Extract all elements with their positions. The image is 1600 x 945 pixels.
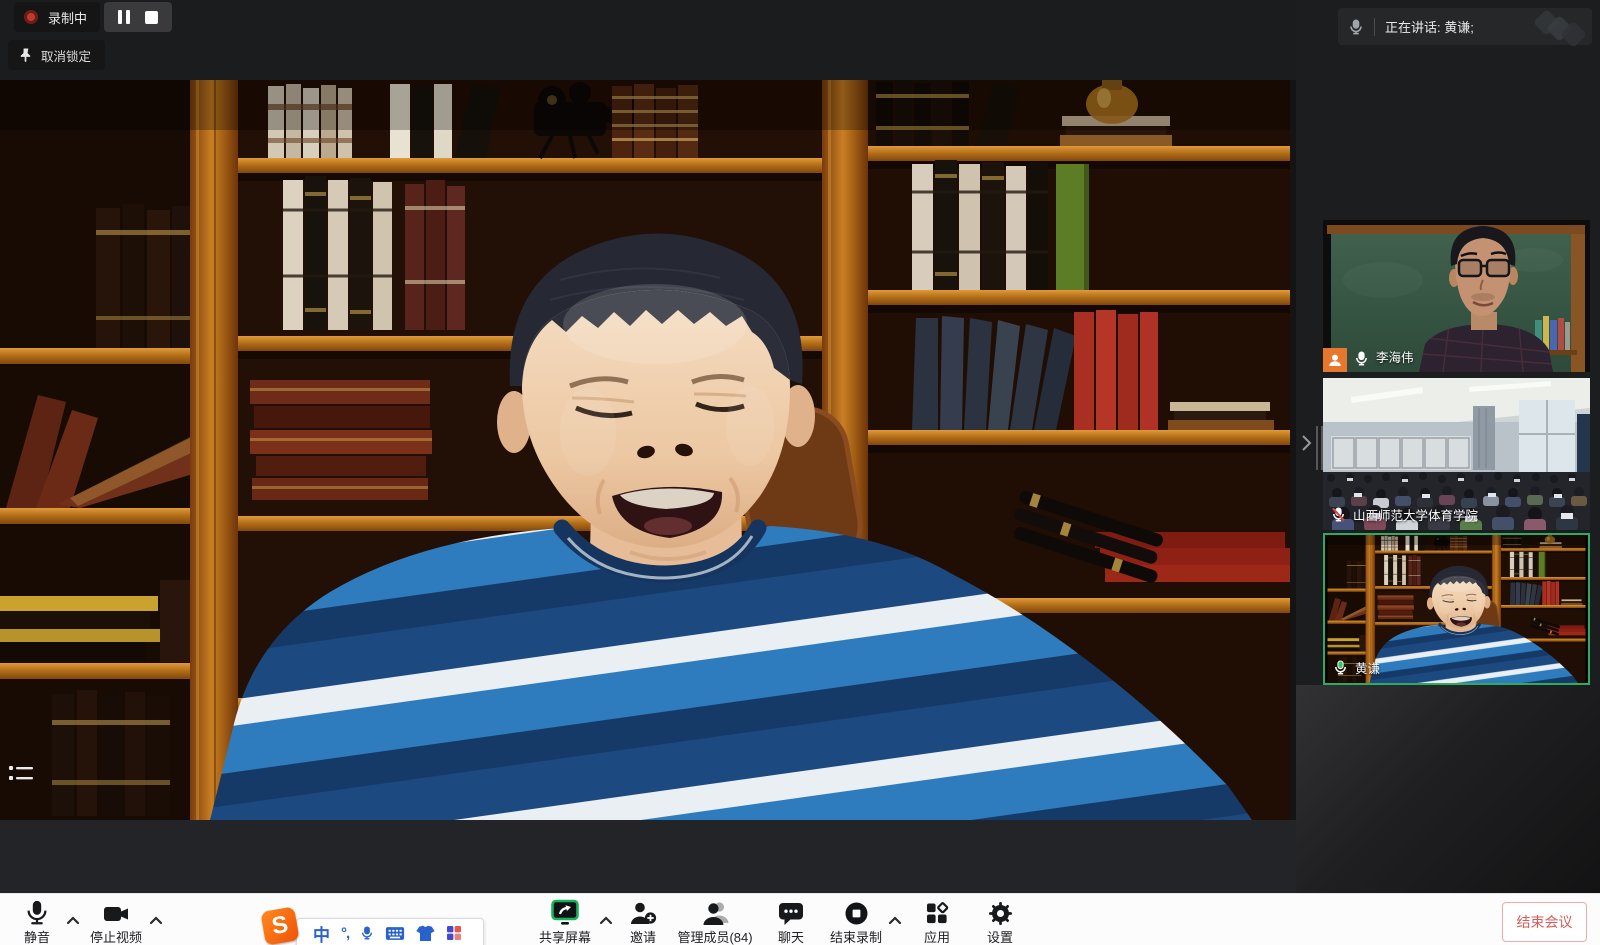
ime-toolbar[interactable]: 中 °, (296, 918, 484, 945)
chat-bubble-icon (778, 899, 805, 926)
unpin-label: 取消锁定 (41, 46, 91, 65)
sogou-logo-icon[interactable]: S (260, 906, 299, 945)
main-video-stage[interactable] (0, 80, 1290, 820)
unpin-button[interactable]: 取消锁定 (8, 40, 105, 70)
participant-name: 山西师范大学体育学院 (1353, 505, 1478, 524)
stop-video-button[interactable]: 停止视频 (90, 899, 142, 945)
participant-tile-lihaiwei[interactable]: 李海伟 (1323, 220, 1590, 372)
recording-options-chevron[interactable] (888, 912, 902, 930)
invite-button[interactable]: 邀请 (629, 899, 657, 945)
members-person-icon (701, 899, 729, 926)
participant-name-bar: 黄谦 (1325, 658, 1388, 683)
recording-label: 录制中 (48, 8, 87, 27)
mute-label: 静音 (24, 927, 50, 945)
end-meeting-button[interactable]: 结束会议 (1502, 902, 1587, 942)
stop-video-label: 停止视频 (90, 927, 142, 945)
recording-dot-icon (24, 10, 38, 24)
layout-list-icon[interactable] (8, 763, 34, 785)
ime-skin-tshirt-icon[interactable] (416, 925, 435, 942)
video-options-chevron[interactable] (149, 912, 163, 930)
participant-name-bar: 山西师范大学体育学院 (1323, 505, 1486, 530)
chat-button[interactable]: 聊天 (778, 899, 805, 945)
recording-controls (104, 2, 172, 32)
active-speaker-label: 正在讲话: 黄谦; (1385, 17, 1474, 36)
participant-name-bar: 李海伟 (1323, 347, 1422, 372)
share-screen-button[interactable]: 共享屏幕 (539, 899, 591, 945)
invite-label: 邀请 (630, 927, 656, 945)
microphone-muted-icon (1331, 507, 1346, 522)
top-bar (0, 0, 1296, 80)
manage-members-label: 管理成员(84) (677, 927, 752, 945)
speaker-video-feed (0, 80, 1290, 820)
end-recording-button[interactable]: 结束录制 (830, 899, 882, 945)
apps-label: 应用 (924, 927, 950, 945)
video-camera-icon (102, 899, 129, 926)
settings-button[interactable]: 设置 (987, 899, 1013, 945)
sidebar-collapse-button[interactable] (1299, 432, 1313, 454)
participant-tile-classroom[interactable]: 山西师范大学体育学院 (1323, 378, 1590, 530)
stop-recording-button[interactable] (145, 11, 158, 24)
banner-divider (1374, 18, 1375, 36)
share-screen-label: 共享屏幕 (539, 927, 591, 945)
stop-recording-circle-icon (843, 899, 868, 926)
share-screen-icon (550, 899, 580, 926)
active-speaker-banner: 正在讲话: 黄谦; (1338, 8, 1592, 45)
participant-tile-huangqian[interactable]: 黄谦 (1323, 533, 1590, 685)
participant-name: 黄谦 (1355, 658, 1380, 677)
ime-punctuation-toggle[interactable]: °, (341, 925, 349, 942)
sidebar-empty-area (1296, 685, 1600, 893)
settings-label: 设置 (987, 927, 1013, 945)
apps-button[interactable]: 应用 (924, 899, 950, 945)
ime-language-toggle[interactable]: 中 (313, 921, 330, 945)
below-video-strip (0, 820, 1296, 893)
participant-name: 李海伟 (1376, 347, 1414, 366)
microphone-speaking-icon (1333, 660, 1348, 675)
ime-keyboard-icon[interactable] (385, 926, 405, 941)
gear-icon (987, 899, 1012, 926)
member-badge-icon (1323, 348, 1347, 372)
manage-members-button[interactable]: 管理成员(84) (677, 899, 752, 945)
microphone-icon (23, 899, 51, 926)
meeting-window: 录制中 取消锁定 正在讲话: 黄谦; 李海伟 (0, 0, 1600, 945)
apps-grid-icon (924, 899, 949, 926)
invite-person-plus-icon (629, 899, 657, 926)
microphone-icon (1348, 19, 1364, 35)
mute-options-chevron[interactable] (66, 912, 80, 930)
pause-recording-button[interactable] (118, 10, 130, 24)
mute-button[interactable]: 静音 (23, 899, 51, 945)
ime-toolbox-grid-icon[interactable] (446, 925, 462, 941)
ime-voice-icon[interactable] (360, 925, 374, 941)
microphone-icon (1354, 351, 1369, 366)
end-recording-label: 结束录制 (830, 927, 882, 945)
meeting-toolbar: 静音 停止视频 中 °, (0, 893, 1600, 945)
chat-label: 聊天 (778, 927, 804, 945)
pin-icon (18, 47, 33, 63)
sidebar-drag-handle[interactable] (1316, 426, 1323, 470)
share-options-chevron[interactable] (599, 912, 613, 930)
recording-status-badge: 录制中 (14, 2, 100, 32)
